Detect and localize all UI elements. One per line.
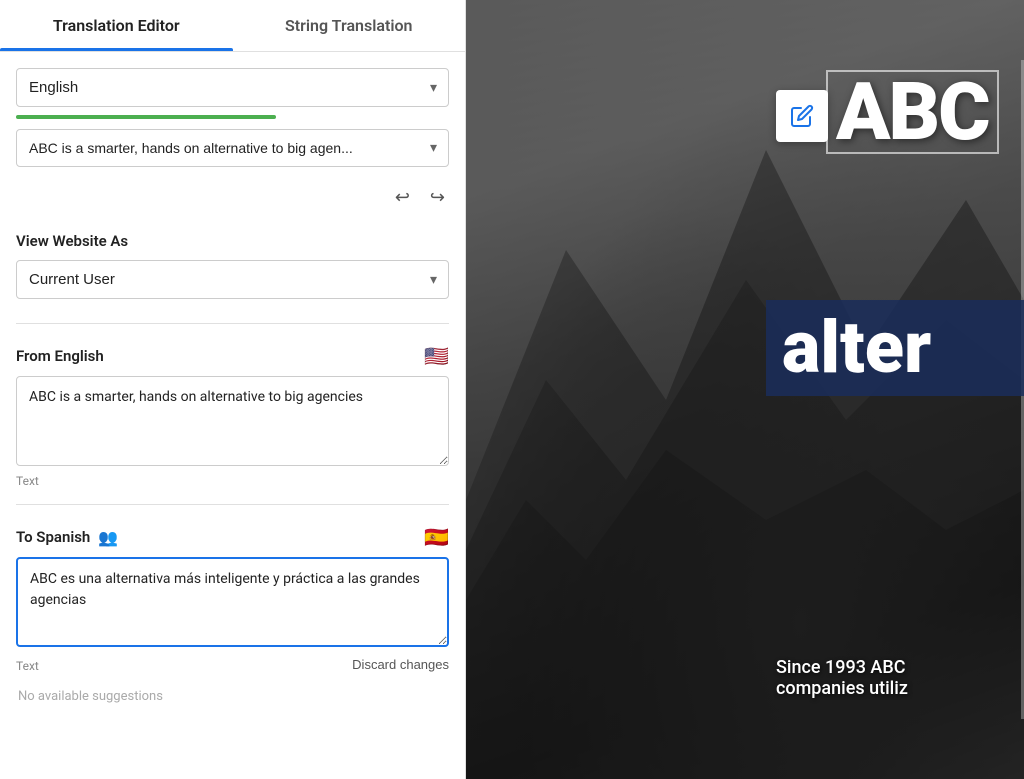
string-selector-wrapper: ABC is a smarter, hands on alternative t… xyxy=(16,129,449,167)
altern-preview-text: alter xyxy=(782,305,931,390)
users-icon: 👥 xyxy=(98,528,118,547)
to-title: To Spanish xyxy=(16,528,90,546)
tabs: Translation Editor String Translation xyxy=(0,0,465,52)
to-bottom-actions: Text Discard changes xyxy=(16,655,449,673)
tab-translation-editor[interactable]: Translation Editor xyxy=(0,0,233,51)
undo-redo-toolbar: ↩ ↪ xyxy=(16,179,449,224)
to-field-type: Text xyxy=(16,659,39,673)
view-website-section: View Website As Current User Guest Admin… xyxy=(16,224,449,307)
since-text: Since 1993 ABC companies utiliz xyxy=(776,657,908,699)
view-website-label: View Website As xyxy=(16,232,449,250)
right-panel: ABC alter Since 1993 ABC companies utili… xyxy=(466,0,1024,779)
from-to-divider xyxy=(16,504,449,505)
from-text-area[interactable]: ABC is a smarter, hands on alternative t… xyxy=(16,376,449,466)
discard-changes-button[interactable]: Discard changes xyxy=(352,657,449,672)
tab-string-translation[interactable]: String Translation xyxy=(233,0,466,51)
suggestions-label: No available suggestions xyxy=(16,689,449,704)
language-selector-wrapper: English Spanish French German ▾ xyxy=(16,68,449,107)
view-as-select[interactable]: Current User Guest Admin xyxy=(16,260,449,299)
from-title: From English xyxy=(16,347,104,365)
view-as-selector-wrapper: Current User Guest Admin ▾ xyxy=(16,260,449,299)
section-divider xyxy=(16,323,449,324)
from-field-type: Text xyxy=(16,474,449,488)
language-select[interactable]: English Spanish French German xyxy=(16,68,449,107)
left-panel: Translation Editor String Translation En… xyxy=(0,0,466,779)
to-section: To Spanish 👥 🇪🇸 ABC es una alternativa m… xyxy=(16,525,449,673)
altern-box: alter xyxy=(766,300,1024,396)
from-header: From English 🇺🇸 xyxy=(16,344,449,368)
undo-button[interactable]: ↩ xyxy=(391,183,414,212)
to-flag-icon: 🇪🇸 xyxy=(424,525,449,549)
language-progress-bar xyxy=(16,115,276,119)
edit-icon-box[interactable] xyxy=(776,90,828,142)
to-header: To Spanish 👥 🇪🇸 xyxy=(16,525,449,549)
preview-background: ABC alter Since 1993 ABC companies utili… xyxy=(466,0,1024,779)
redo-button[interactable]: ↪ xyxy=(426,183,449,212)
to-text-area[interactable]: ABC es una alternativa más inteligente y… xyxy=(16,557,449,647)
panel-content: English Spanish French German ▾ ABC is a… xyxy=(0,52,465,720)
pencil-icon xyxy=(790,104,814,128)
from-section: From English 🇺🇸 ABC is a smarter, hands … xyxy=(16,344,449,488)
string-select[interactable]: ABC is a smarter, hands on alternative t… xyxy=(16,129,449,167)
from-flag-icon: 🇺🇸 xyxy=(424,344,449,368)
abc-preview-text: ABC xyxy=(826,70,999,154)
